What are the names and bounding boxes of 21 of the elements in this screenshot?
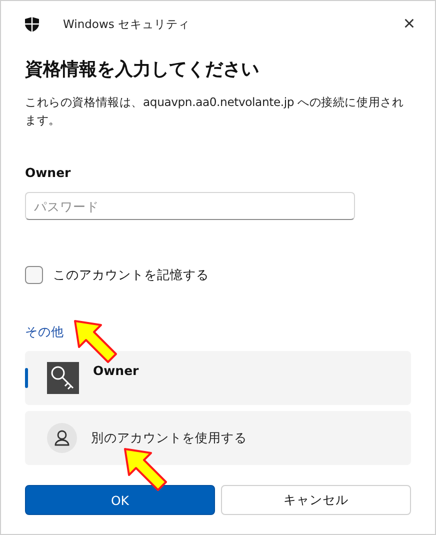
password-field[interactable]: パスワード xyxy=(25,192,355,220)
selection-indicator xyxy=(25,368,28,388)
remember-checkbox[interactable] xyxy=(25,266,43,284)
close-button[interactable]: × xyxy=(397,13,421,35)
ok-button[interactable]: OK xyxy=(25,485,215,515)
window-title: Windows セキュリティ xyxy=(63,16,190,32)
more-choices-link[interactable]: その他 xyxy=(25,324,64,341)
person-icon xyxy=(47,423,77,453)
account-name: Owner xyxy=(93,363,139,378)
dialog-heading: 資格情報を入力してください xyxy=(25,58,260,81)
account-label: 別のアカウントを使用する xyxy=(91,430,247,446)
account-option[interactable]: Owner xyxy=(25,351,411,405)
user-name: Owner xyxy=(25,165,72,180)
account-option[interactable]: 別のアカウントを使用する xyxy=(25,411,411,465)
cancel-button[interactable]: キャンセル xyxy=(221,485,411,515)
remember-label: このアカウントを記憶する xyxy=(53,266,209,284)
key-icon xyxy=(47,362,79,394)
pointer-arrow-icon xyxy=(73,319,119,365)
description-text: これらの資格情報は、aquavpn.aa0.netvolante.jp への接続に使用されます。 xyxy=(25,94,405,129)
pointer-arrow-icon xyxy=(123,447,169,493)
shield-icon xyxy=(25,16,39,32)
